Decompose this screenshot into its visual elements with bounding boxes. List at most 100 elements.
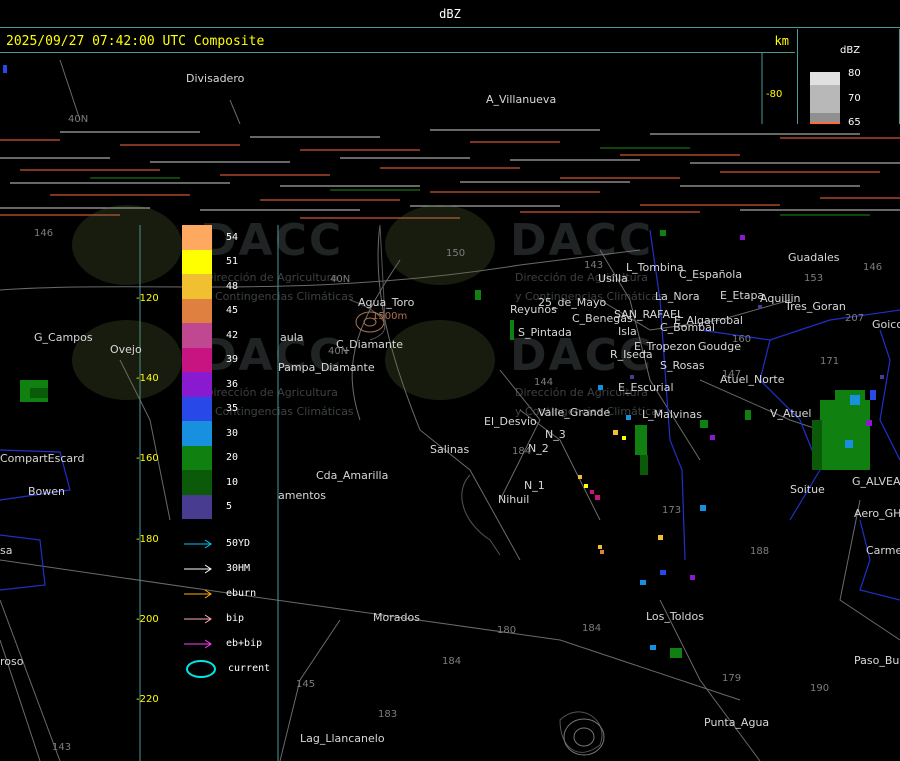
place-label[interactable]: La_Nora [655, 290, 700, 303]
dbz-value: 42 [226, 329, 239, 341]
watermark-brand: DACC [510, 215, 654, 266]
place-label[interactable]: Nihuil [498, 493, 529, 506]
place-label[interactable]: Los_Toldos [646, 610, 704, 623]
road-number: 146 [34, 228, 54, 239]
road-number: 160 [732, 334, 752, 345]
place-label[interactable]: S_Pintada [518, 326, 572, 339]
top-scale-swatch-65 [810, 113, 840, 124]
place-label[interactable]: G_Campos [34, 331, 93, 344]
dbz-value: 20 [226, 452, 239, 464]
road-number: 180 [497, 625, 517, 636]
place-label[interactable]: El_Desvio [484, 415, 537, 428]
legend-panel: 54 51 48 45 42 39 36 35 30 20 10 5 50YD 30HM eburn bip… [182, 225, 276, 681]
road-number: 143 [584, 260, 604, 271]
place-label[interactable]: A_Villanueva [486, 93, 556, 106]
place-label[interactable]: C_Bombal [660, 321, 715, 334]
road-number: 40N [68, 114, 89, 125]
track-label: 50YD [226, 538, 251, 549]
axis-tick: -120 [136, 293, 159, 304]
top-scale-title: dBZ [840, 45, 861, 56]
place-label[interactable]: C_Española [679, 268, 742, 281]
place-label[interactable]: L_Malvinas [642, 408, 702, 421]
place-label[interactable]: aula [280, 331, 304, 344]
dbz-swatch [182, 494, 212, 519]
road-number: 173 [662, 505, 682, 516]
time-bar: 2025/09/27 07:42:00 UTC Composite km [0, 29, 795, 53]
place-label[interactable]: Tres_Goran [785, 300, 846, 313]
current-legend-item: current [182, 656, 276, 681]
place-label[interactable]: Paso_Bu [854, 654, 899, 667]
place-label[interactable]: Soitue [790, 483, 825, 496]
place-label[interactable]: Usilla [598, 272, 628, 285]
place-label[interactable]: V_Atuel [770, 407, 811, 420]
dbz-legend-item: 30 [182, 421, 276, 446]
road-number: 145 [296, 679, 316, 690]
place-label[interactable]: L_Tombina [626, 261, 684, 274]
road-number: 146 [863, 262, 883, 273]
axis-tick: -160 [136, 453, 159, 464]
place-label[interactable]: Ovejo [110, 343, 142, 356]
place-label[interactable]: Cda_Amarilla [316, 469, 388, 482]
place-label[interactable]: N_3 [545, 428, 566, 441]
timestamp: 2025/09/27 07:42:00 UTC Composite [6, 34, 265, 49]
place-label[interactable]: Carmen [866, 544, 900, 557]
road-number: 40N [330, 274, 351, 285]
place-label[interactable]: N_2 [528, 442, 549, 455]
place-label[interactable]: Bowen [28, 485, 65, 498]
place-label[interactable]: G_ALVEAR [852, 475, 900, 488]
place-label[interactable]: E_Etapa [720, 289, 764, 302]
place-label[interactable]: 25_de_Mayo [538, 296, 606, 309]
dbz-swatch [182, 298, 212, 323]
road-number: 184 [442, 656, 462, 667]
dbz-legend-item: 51 [182, 249, 276, 274]
place-label[interactable]: amentos [278, 489, 326, 502]
dbz-swatch [182, 396, 212, 421]
dbz-swatch [182, 445, 212, 470]
place-label[interactable]: Morados [373, 611, 420, 624]
road-number: 171 [820, 356, 840, 367]
place-label[interactable]: sa [0, 544, 12, 557]
place-label[interactable]: Salinas [430, 443, 469, 456]
place-label[interactable]: N_1 [524, 479, 545, 492]
place-label[interactable]: Valle_Grande [538, 406, 610, 419]
track-arrow-icon [184, 639, 212, 648]
track-legend-item: 50YD [182, 531, 276, 556]
crater-south [563, 718, 605, 756]
place-label[interactable]: Divisadero [186, 72, 244, 85]
dbz-value: 5 [226, 501, 233, 513]
place-label[interactable]: roso [0, 655, 23, 668]
dbz-value: 51 [226, 256, 239, 268]
title-bar: dBZ [0, 0, 900, 28]
dbz-legend-item: 20 [182, 445, 276, 470]
dbz-value: 54 [226, 231, 239, 243]
km-unit-label: km [774, 34, 789, 48]
dbz-value: 10 [226, 476, 239, 488]
top-scale-value: 70 [848, 93, 861, 104]
dbz-legend-item: 54 [182, 225, 276, 250]
dbz-swatch [182, 274, 212, 299]
road-number: 184 [512, 446, 532, 457]
place-label[interactable]: Agua_Toro [358, 296, 414, 309]
dbz-swatch [182, 249, 212, 274]
place-label[interactable]: Aero_GH [854, 507, 900, 520]
place-label[interactable]: Lag_Llancanelo [300, 732, 385, 745]
place-label[interactable]: R_Iseda [610, 348, 653, 361]
place-label[interactable]: Goico [872, 318, 900, 331]
dbz-swatch [182, 421, 212, 446]
axis-tick: -180 [136, 534, 159, 545]
place-label[interactable]: SAN_RAFAEL [614, 308, 683, 321]
place-label[interactable]: Guadales [788, 251, 840, 264]
dbz-legend-item: 42 [182, 323, 276, 348]
place-label[interactable]: 1500m [372, 311, 407, 322]
dbz-color-scale: 54 51 48 45 42 39 36 35 30 20 10 5 [182, 225, 276, 519]
dbz-value: 35 [226, 403, 239, 415]
track-arrow-icon [184, 539, 212, 548]
place-label[interactable]: Isla [618, 325, 637, 338]
dbz-swatch [182, 323, 212, 348]
place-label[interactable]: S_Rosas [660, 359, 705, 372]
place-label[interactable]: E_Escurial [618, 381, 674, 394]
current-label: current [228, 663, 271, 674]
place-label[interactable]: Punta_Agua [704, 716, 769, 729]
place-label[interactable]: Pampa_Diamante [278, 361, 375, 374]
place-label[interactable]: CompartEscard [0, 452, 84, 465]
